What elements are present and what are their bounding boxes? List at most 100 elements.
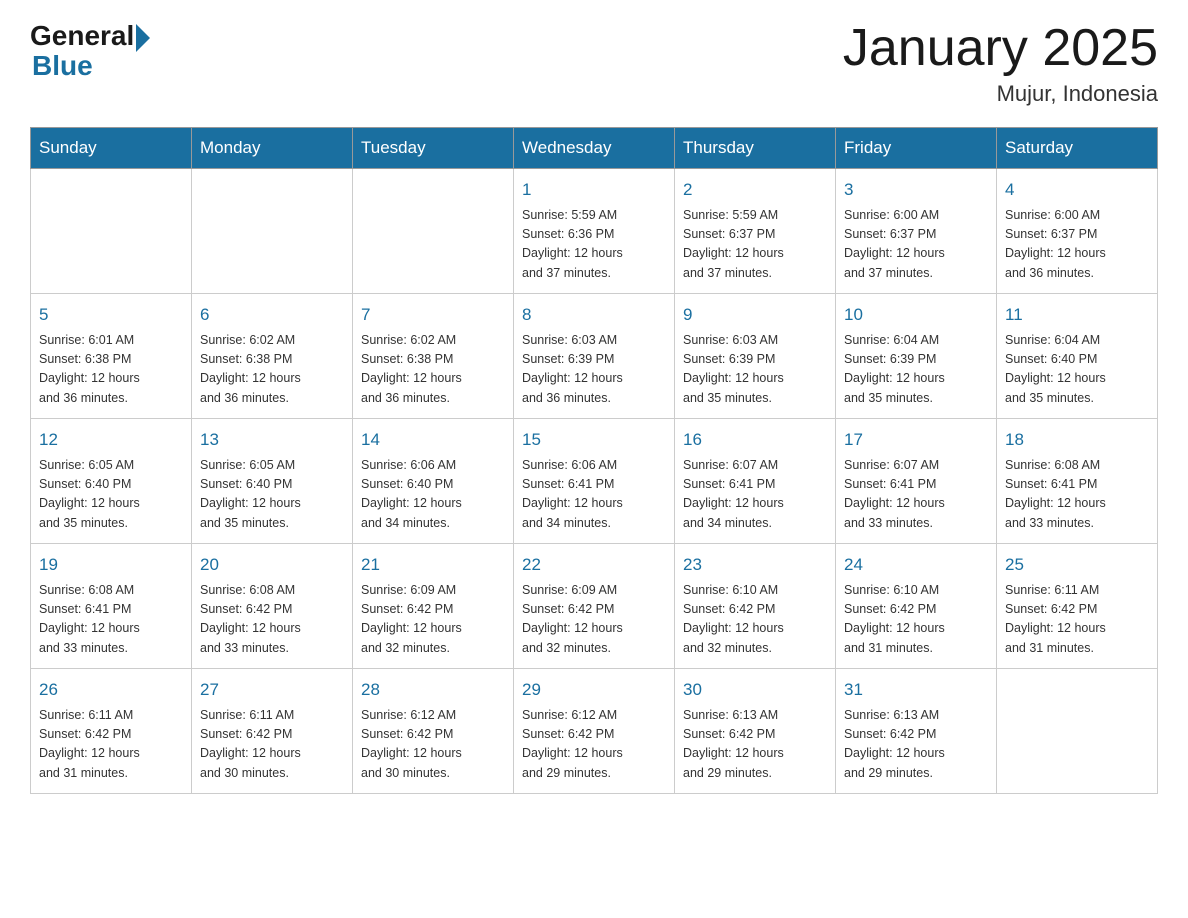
day-number: 17 <box>844 427 988 453</box>
day-number: 5 <box>39 302 183 328</box>
day-number: 4 <box>1005 177 1149 203</box>
calendar-day-header: Thursday <box>675 128 836 169</box>
calendar-header-row: SundayMondayTuesdayWednesdayThursdayFrid… <box>31 128 1158 169</box>
day-number: 30 <box>683 677 827 703</box>
day-number: 7 <box>361 302 505 328</box>
calendar-day-header: Wednesday <box>514 128 675 169</box>
calendar-cell: 29 Sunrise: 6:12 AMSunset: 6:42 PMDayligh… <box>514 669 675 794</box>
day-info: Sunrise: 6:06 AMSunset: 6:41 PMDaylight:… <box>522 458 623 530</box>
calendar-cell <box>31 169 192 294</box>
day-info: Sunrise: 6:11 AMSunset: 6:42 PMDaylight:… <box>200 708 301 780</box>
day-info: Sunrise: 6:00 AMSunset: 6:37 PMDaylight:… <box>1005 208 1106 280</box>
day-info: Sunrise: 6:04 AMSunset: 6:39 PMDaylight:… <box>844 333 945 405</box>
day-info: Sunrise: 6:02 AMSunset: 6:38 PMDaylight:… <box>200 333 301 405</box>
calendar-cell: 14Sunrise: 6:06 AMSunset: 6:40 PMDayligh… <box>353 419 514 544</box>
day-number: 22 <box>522 552 666 578</box>
day-number: 28 <box>361 677 505 703</box>
calendar-day-header: Tuesday <box>353 128 514 169</box>
day-number: 3 <box>844 177 988 203</box>
day-number: 25 <box>1005 552 1149 578</box>
calendar-cell: 18 Sunrise: 6:08 AMSunset: 6:41 PMDayligh… <box>997 419 1158 544</box>
day-info: Sunrise: 6:08 AMSunset: 6:42 PMDaylight:… <box>200 583 301 655</box>
calendar-cell: 3 Sunrise: 6:00 AMSunset: 6:37 PMDaylight… <box>836 169 997 294</box>
logo: General Blue <box>30 20 150 80</box>
day-info: Sunrise: 6:04 AMSunset: 6:40 PMDaylight:… <box>1005 333 1106 405</box>
logo-blue-text: Blue <box>32 52 93 80</box>
day-number: 11 <box>1005 302 1149 328</box>
day-info: Sunrise: 6:12 AMSunset: 6:42 PMDaylight:… <box>522 708 623 780</box>
day-number: 18 <box>1005 427 1149 453</box>
day-number: 31 <box>844 677 988 703</box>
calendar-cell: 6 Sunrise: 6:02 AMSunset: 6:38 PMDaylight… <box>192 294 353 419</box>
calendar-day-header: Friday <box>836 128 997 169</box>
day-info: Sunrise: 6:13 AMSunset: 6:42 PMDaylight:… <box>844 708 945 780</box>
calendar-cell <box>192 169 353 294</box>
calendar-week-row: 5Sunrise: 6:01 AMSunset: 6:38 PMDaylight… <box>31 294 1158 419</box>
day-number: 6 <box>200 302 344 328</box>
calendar-cell: 7 Sunrise: 6:02 AMSunset: 6:38 PMDaylight… <box>353 294 514 419</box>
day-info: Sunrise: 6:00 AMSunset: 6:37 PMDaylight:… <box>844 208 945 280</box>
calendar-cell <box>353 169 514 294</box>
day-number: 15 <box>522 427 666 453</box>
calendar-cell: 24 Sunrise: 6:10 AMSunset: 6:42 PMDayligh… <box>836 544 997 669</box>
day-number: 29 <box>522 677 666 703</box>
calendar-cell: 19 Sunrise: 6:08 AMSunset: 6:41 PMDayligh… <box>31 544 192 669</box>
day-number: 24 <box>844 552 988 578</box>
calendar-cell: 5Sunrise: 6:01 AMSunset: 6:38 PMDaylight… <box>31 294 192 419</box>
day-number: 26 <box>39 677 183 703</box>
calendar-cell: 23 Sunrise: 6:10 AMSunset: 6:42 PMDayligh… <box>675 544 836 669</box>
calendar-cell: 13Sunrise: 6:05 AMSunset: 6:40 PMDayligh… <box>192 419 353 544</box>
day-info: Sunrise: 6:05 AMSunset: 6:40 PMDaylight:… <box>39 458 140 530</box>
calendar-cell: 26Sunrise: 6:11 AMSunset: 6:42 PMDayligh… <box>31 669 192 794</box>
day-info: Sunrise: 6:11 AMSunset: 6:42 PMDaylight:… <box>1005 583 1106 655</box>
calendar-cell: 31 Sunrise: 6:13 AMSunset: 6:42 PMDayligh… <box>836 669 997 794</box>
day-info: Sunrise: 6:07 AMSunset: 6:41 PMDaylight:… <box>844 458 945 530</box>
day-info: Sunrise: 6:03 AMSunset: 6:39 PMDaylight:… <box>522 333 623 405</box>
day-info: Sunrise: 6:02 AMSunset: 6:38 PMDaylight:… <box>361 333 462 405</box>
calendar-cell: 4 Sunrise: 6:00 AMSunset: 6:37 PMDaylight… <box>997 169 1158 294</box>
calendar-cell: 8 Sunrise: 6:03 AMSunset: 6:39 PMDaylight… <box>514 294 675 419</box>
calendar-cell: 27Sunrise: 6:11 AMSunset: 6:42 PMDayligh… <box>192 669 353 794</box>
calendar-cell: 17 Sunrise: 6:07 AMSunset: 6:41 PMDayligh… <box>836 419 997 544</box>
day-info: Sunrise: 6:08 AMSunset: 6:41 PMDaylight:… <box>39 583 140 655</box>
day-number: 10 <box>844 302 988 328</box>
calendar-cell: 2Sunrise: 5:59 AMSunset: 6:37 PMDaylight… <box>675 169 836 294</box>
day-info: Sunrise: 5:59 AMSunset: 6:36 PMDaylight:… <box>522 208 623 280</box>
calendar-cell: 1 Sunrise: 5:59 AMSunset: 6:36 PMDaylight… <box>514 169 675 294</box>
day-info: Sunrise: 6:05 AMSunset: 6:40 PMDaylight:… <box>200 458 301 530</box>
page-header: General Blue January 2025 Mujur, Indones… <box>30 20 1158 107</box>
calendar-cell: 21Sunrise: 6:09 AMSunset: 6:42 PMDayligh… <box>353 544 514 669</box>
day-number: 1 <box>522 177 666 203</box>
calendar-cell: 12Sunrise: 6:05 AMSunset: 6:40 PMDayligh… <box>31 419 192 544</box>
logo-general-text: General <box>30 20 134 52</box>
day-number: 8 <box>522 302 666 328</box>
calendar-cell: 9 Sunrise: 6:03 AMSunset: 6:39 PMDaylight… <box>675 294 836 419</box>
day-info: Sunrise: 6:10 AMSunset: 6:42 PMDaylight:… <box>844 583 945 655</box>
calendar-week-row: 1 Sunrise: 5:59 AMSunset: 6:36 PMDaylight… <box>31 169 1158 294</box>
day-number: 23 <box>683 552 827 578</box>
calendar-day-header: Monday <box>192 128 353 169</box>
calendar-cell: 22Sunrise: 6:09 AMSunset: 6:42 PMDayligh… <box>514 544 675 669</box>
location-label: Mujur, Indonesia <box>843 81 1158 107</box>
day-info: Sunrise: 6:03 AMSunset: 6:39 PMDaylight:… <box>683 333 784 405</box>
calendar-cell: 28Sunrise: 6:12 AMSunset: 6:42 PMDayligh… <box>353 669 514 794</box>
calendar-cell: 15 Sunrise: 6:06 AMSunset: 6:41 PMDayligh… <box>514 419 675 544</box>
calendar-week-row: 12Sunrise: 6:05 AMSunset: 6:40 PMDayligh… <box>31 419 1158 544</box>
day-number: 21 <box>361 552 505 578</box>
day-info: Sunrise: 6:10 AMSunset: 6:42 PMDaylight:… <box>683 583 784 655</box>
calendar-day-header: Saturday <box>997 128 1158 169</box>
day-number: 9 <box>683 302 827 328</box>
calendar-week-row: 26 Sunrise: 6:11 AMSunset: 6:42 PMDayligh… <box>31 669 1158 794</box>
day-info: Sunrise: 6:08 AMSunset: 6:41 PMDaylight:… <box>1005 458 1106 530</box>
calendar-cell: 30 Sunrise: 6:13 AMSunset: 6:42 PMDayligh… <box>675 669 836 794</box>
calendar-cell: 16Sunrise: 6:07 AMSunset: 6:41 PMDayligh… <box>675 419 836 544</box>
calendar-cell: 10 Sunrise: 6:04 AMSunset: 6:39 PMDayligh… <box>836 294 997 419</box>
day-number: 19 <box>39 552 183 578</box>
calendar-day-header: Sunday <box>31 128 192 169</box>
title-area: January 2025 Mujur, Indonesia <box>843 20 1158 107</box>
day-number: 16 <box>683 427 827 453</box>
day-info: Sunrise: 6:13 AMSunset: 6:42 PMDaylight:… <box>683 708 784 780</box>
day-number: 2 <box>683 177 827 203</box>
month-title: January 2025 <box>843 20 1158 77</box>
day-number: 20 <box>200 552 344 578</box>
